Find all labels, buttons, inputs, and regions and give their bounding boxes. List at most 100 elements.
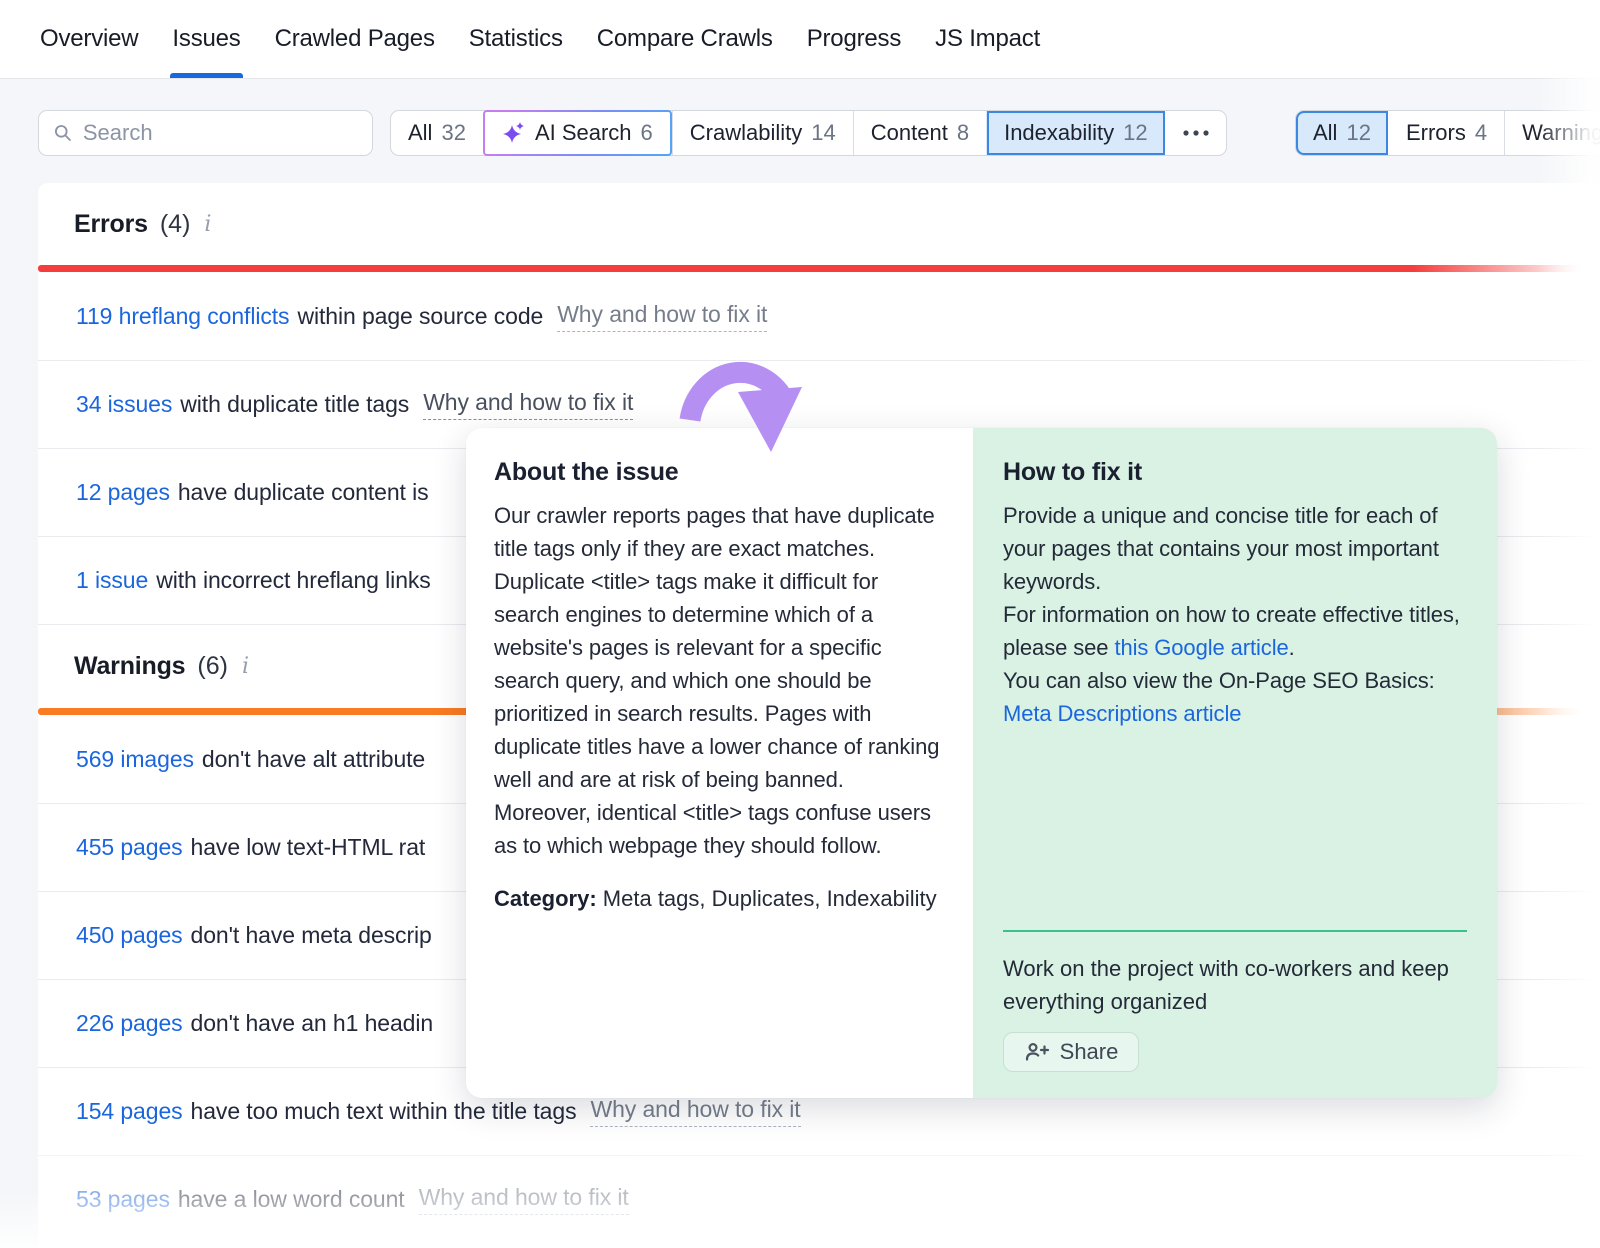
issue-link[interactable]: 119 hreflang conflicts <box>76 303 289 330</box>
why-how-to-fix-link[interactable]: Why and how to fix it <box>419 1184 629 1215</box>
filter-indexability[interactable]: Indexability 12 <box>986 111 1165 155</box>
filter-label: AI Search <box>535 120 632 146</box>
filter-count: 12 <box>1346 120 1370 146</box>
tab-compare-crawls[interactable]: Compare Crawls <box>597 0 773 78</box>
filter-warnings[interactable]: Warnings <box>1504 111 1600 155</box>
issue-row-hreflang-conflicts: 119 hreflang conflicts within page sourc… <box>38 272 1600 360</box>
top-navigation: Overview Issues Crawled Pages Statistics… <box>0 0 1600 79</box>
search-box[interactable] <box>38 110 373 156</box>
filter-content[interactable]: Content 8 <box>853 111 986 155</box>
filter-label: Content <box>871 120 948 146</box>
severity-filter-group: All 12 Errors 4 Warnings <box>1295 110 1600 156</box>
issue-text: with duplicate title tags <box>180 391 409 418</box>
filter-count: 6 <box>641 120 653 146</box>
ellipsis-icon <box>1182 129 1210 137</box>
tab-js-impact[interactable]: JS Impact <box>935 0 1040 78</box>
filter-label: All <box>408 120 432 146</box>
issue-link[interactable]: 12 pages <box>76 479 170 506</box>
issue-text: don't have an h1 headin <box>191 1010 434 1037</box>
issue-link[interactable]: 1 issue <box>76 567 148 594</box>
issue-text: within page source code <box>297 303 543 330</box>
warnings-title: Warnings <box>74 652 185 681</box>
filter-count: 32 <box>441 120 465 146</box>
info-icon[interactable]: i <box>240 654 249 679</box>
tab-progress[interactable]: Progress <box>807 0 901 78</box>
category-line: Category: Meta tags, Duplicates, Indexab… <box>494 882 947 915</box>
filter-label: Warnings <box>1522 120 1600 146</box>
issue-text: have duplicate content is <box>178 479 429 506</box>
fix-text: . <box>1289 635 1295 660</box>
meta-descriptions-article-link[interactable]: Meta Descriptions article <box>1003 701 1241 726</box>
about-heading: About the issue <box>494 458 947 487</box>
about-paragraph: Moreover, identical <title> tags confuse… <box>494 796 947 862</box>
issue-row-low-word-count: 53 pages have a low word count Why and h… <box>38 1155 1600 1243</box>
issue-details-popup: About the issue Our crawler reports page… <box>466 428 1497 1098</box>
filter-crawlability[interactable]: Crawlability 14 <box>672 111 853 155</box>
why-how-to-fix-link[interactable]: Why and how to fix it <box>557 301 767 332</box>
filter-all-severity[interactable]: All 12 <box>1296 111 1388 155</box>
issue-text: have low text-HTML rat <box>191 834 426 861</box>
how-to-fix-panel: How to fix it Provide a unique and conci… <box>973 428 1497 1098</box>
errors-section-header: Errors (4) i <box>38 183 1600 265</box>
filter-label: All <box>1313 120 1337 146</box>
issue-text: have a low word count <box>178 1186 405 1213</box>
category-value: Meta tags, Duplicates, Indexability <box>597 886 937 911</box>
google-article-link[interactable]: this Google article <box>1114 635 1288 660</box>
site-audit-issues-page: Overview Issues Crawled Pages Statistics… <box>0 0 1600 1248</box>
share-label: Share <box>1060 1039 1119 1065</box>
info-icon[interactable]: i <box>202 212 211 237</box>
filter-all-categories[interactable]: All 32 <box>391 111 483 155</box>
tab-crawled-pages[interactable]: Crawled Pages <box>275 0 435 78</box>
issue-text: don't have meta descrip <box>191 922 432 949</box>
filter-bar: All 32 AI Search 6 Crawlability 14 Conte… <box>0 79 1600 183</box>
team-promo-text: Work on the project with co-workers and … <box>1003 952 1467 1018</box>
filter-label: Errors <box>1406 120 1466 146</box>
filter-label: Crawlability <box>690 120 802 146</box>
tab-issues[interactable]: Issues <box>172 0 240 78</box>
tab-bar: Overview Issues Crawled Pages Statistics… <box>0 0 1600 78</box>
fix-heading: How to fix it <box>1003 458 1467 487</box>
warnings-count: (6) <box>197 652 228 681</box>
errors-title: Errors <box>74 210 148 239</box>
share-button[interactable]: Share <box>1003 1032 1139 1072</box>
about-the-issue-panel: About the issue Our crawler reports page… <box>466 428 973 1098</box>
green-divider <box>1003 930 1467 932</box>
issue-link[interactable]: 53 pages <box>76 1186 170 1213</box>
errors-severity-bar <box>38 265 1600 272</box>
sparkle-icon <box>502 121 526 145</box>
person-add-icon <box>1024 1040 1050 1064</box>
filter-count: 14 <box>811 120 835 146</box>
filter-errors[interactable]: Errors 4 <box>1388 111 1504 155</box>
fix-paragraph: For information on how to create effecti… <box>1003 598 1467 664</box>
filter-ai-search[interactable]: AI Search 6 <box>483 110 672 156</box>
category-label: Category: <box>494 886 597 911</box>
about-paragraph: Our crawler reports pages that have dupl… <box>494 499 947 565</box>
spacer <box>1003 730 1467 930</box>
issue-link[interactable]: 455 pages <box>76 834 183 861</box>
filter-count: 12 <box>1123 120 1147 146</box>
issue-link[interactable]: 34 issues <box>76 391 172 418</box>
search-icon <box>53 122 73 144</box>
issue-link[interactable]: 226 pages <box>76 1010 183 1037</box>
errors-count: (4) <box>160 210 191 239</box>
tab-overview[interactable]: Overview <box>40 0 138 78</box>
why-how-to-fix-link[interactable]: Why and how to fix it <box>590 1096 800 1127</box>
fix-paragraph: You can also view the On-Page SEO Basics… <box>1003 664 1467 730</box>
fix-text: You can also view the On-Page SEO Basics… <box>1003 668 1435 693</box>
tab-statistics[interactable]: Statistics <box>469 0 563 78</box>
filter-count: 4 <box>1475 120 1487 146</box>
issue-text: with incorrect hreflang links <box>156 567 431 594</box>
issue-link[interactable]: 450 pages <box>76 922 183 949</box>
fix-paragraph: Provide a unique and concise title for e… <box>1003 499 1467 598</box>
issue-link[interactable]: 569 images <box>76 746 194 773</box>
issue-link[interactable]: 154 pages <box>76 1098 183 1125</box>
why-how-to-fix-link[interactable]: Why and how to fix it <box>423 389 633 420</box>
about-paragraph: Duplicate <title> tags make it difficult… <box>494 565 947 796</box>
issue-text: don't have alt attribute <box>202 746 425 773</box>
issue-text: have too much text within the title tags <box>191 1098 577 1125</box>
search-input[interactable] <box>83 120 358 146</box>
filter-label: Indexability <box>1004 120 1114 146</box>
category-filter-group: All 32 AI Search 6 Crawlability 14 Conte… <box>390 110 1227 156</box>
more-filters-button[interactable] <box>1165 111 1226 155</box>
filter-count: 8 <box>957 120 969 146</box>
